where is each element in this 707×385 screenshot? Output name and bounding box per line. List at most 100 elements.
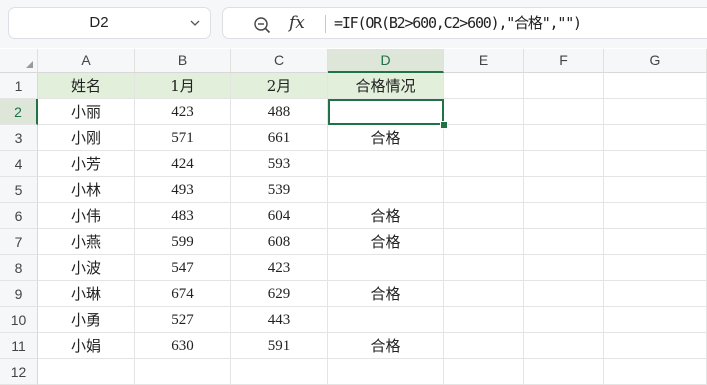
cell-g6[interactable] xyxy=(604,203,707,229)
cell-g9[interactable] xyxy=(604,281,707,307)
column-header-e[interactable]: E xyxy=(444,49,524,73)
cell-c3[interactable]: 661 xyxy=(231,125,328,151)
cell-a10[interactable]: 小勇 xyxy=(38,307,135,333)
cell-e10[interactable] xyxy=(444,307,524,333)
row-header-3[interactable]: 3 xyxy=(0,125,38,151)
cell-e3[interactable] xyxy=(444,125,524,151)
cell-c10[interactable]: 443 xyxy=(231,307,328,333)
cell-b3[interactable]: 571 xyxy=(135,125,231,151)
cell-d1[interactable]: 合格情况 xyxy=(328,73,444,99)
cell-b10[interactable]: 527 xyxy=(135,307,231,333)
cell-c6[interactable]: 604 xyxy=(231,203,328,229)
cell-a11[interactable]: 小娟 xyxy=(38,333,135,359)
cell-f11[interactable] xyxy=(524,333,604,359)
cell-b9[interactable]: 674 xyxy=(135,281,231,307)
cell-e5[interactable] xyxy=(444,177,524,203)
row-header-1[interactable]: 1 xyxy=(0,73,38,99)
cell-f10[interactable] xyxy=(524,307,604,333)
cell-f3[interactable] xyxy=(524,125,604,151)
cell-a9[interactable]: 小琳 xyxy=(38,281,135,307)
cell-f12[interactable] xyxy=(524,359,604,385)
column-header-a[interactable]: A xyxy=(38,49,135,73)
row-header-10[interactable]: 10 xyxy=(0,307,38,333)
row-header-6[interactable]: 6 xyxy=(0,203,38,229)
cell-a6[interactable]: 小伟 xyxy=(38,203,135,229)
cell-b7[interactable]: 599 xyxy=(135,229,231,255)
cell-b5[interactable]: 493 xyxy=(135,177,231,203)
cell-g1[interactable] xyxy=(604,73,707,99)
cell-g4[interactable] xyxy=(604,151,707,177)
row-header-11[interactable]: 11 xyxy=(0,333,38,359)
cell-d5[interactable] xyxy=(328,177,444,203)
cell-g7[interactable] xyxy=(604,229,707,255)
cell-g8[interactable] xyxy=(604,255,707,281)
cell-e12[interactable] xyxy=(444,359,524,385)
column-header-f[interactable]: F xyxy=(524,49,604,73)
cell-a2[interactable]: 小丽 xyxy=(38,99,135,125)
cell-d2[interactable] xyxy=(328,99,444,125)
select-all-corner[interactable] xyxy=(0,49,38,73)
cell-a3[interactable]: 小刚 xyxy=(38,125,135,151)
cell-d6[interactable]: 合格 xyxy=(328,203,444,229)
cell-e6[interactable] xyxy=(444,203,524,229)
cell-f9[interactable] xyxy=(524,281,604,307)
cell-b4[interactable]: 424 xyxy=(135,151,231,177)
cell-e7[interactable] xyxy=(444,229,524,255)
cell-c8[interactable]: 423 xyxy=(231,255,328,281)
cell-e9[interactable] xyxy=(444,281,524,307)
cell-f2[interactable] xyxy=(524,99,604,125)
column-header-b[interactable]: B xyxy=(135,49,231,73)
cell-g2[interactable] xyxy=(604,99,707,125)
cell-c7[interactable]: 608 xyxy=(231,229,328,255)
cell-e11[interactable] xyxy=(444,333,524,359)
cell-d10[interactable] xyxy=(328,307,444,333)
cell-e2[interactable] xyxy=(444,99,524,125)
cell-c12[interactable] xyxy=(231,359,328,385)
column-header-d[interactable]: D xyxy=(328,49,444,73)
cell-c4[interactable]: 593 xyxy=(231,151,328,177)
cell-e1[interactable] xyxy=(444,73,524,99)
cell-f1[interactable] xyxy=(524,73,604,99)
cell-a7[interactable]: 小燕 xyxy=(38,229,135,255)
cell-b8[interactable]: 547 xyxy=(135,255,231,281)
cell-d3[interactable]: 合格 xyxy=(328,125,444,151)
row-header-9[interactable]: 9 xyxy=(0,281,38,307)
cell-c9[interactable]: 629 xyxy=(231,281,328,307)
cell-g11[interactable] xyxy=(604,333,707,359)
cell-a8[interactable]: 小波 xyxy=(38,255,135,281)
cell-c5[interactable]: 539 xyxy=(231,177,328,203)
name-box[interactable]: D2 xyxy=(8,7,211,39)
cell-b11[interactable]: 630 xyxy=(135,333,231,359)
cell-d12[interactable] xyxy=(328,359,444,385)
cell-d11[interactable]: 合格 xyxy=(328,333,444,359)
cell-c11[interactable]: 591 xyxy=(231,333,328,359)
row-header-5[interactable]: 5 xyxy=(0,177,38,203)
cell-f5[interactable] xyxy=(524,177,604,203)
cell-f4[interactable] xyxy=(524,151,604,177)
cell-a5[interactable]: 小林 xyxy=(38,177,135,203)
column-header-c[interactable]: C xyxy=(231,49,328,73)
cell-e8[interactable] xyxy=(444,255,524,281)
cell-e4[interactable] xyxy=(444,151,524,177)
formula-text[interactable]: =IF(OR(B2>600,C2>600),"合格","") xyxy=(334,8,582,38)
cell-d7[interactable]: 合格 xyxy=(328,229,444,255)
cell-a12[interactable] xyxy=(38,359,135,385)
zoom-icon[interactable] xyxy=(253,16,271,34)
function-icon[interactable]: fx xyxy=(289,11,305,35)
cell-c1[interactable]: 2月 xyxy=(231,73,328,99)
cell-f6[interactable] xyxy=(524,203,604,229)
cell-d9[interactable]: 合格 xyxy=(328,281,444,307)
cell-f8[interactable] xyxy=(524,255,604,281)
cell-d4[interactable] xyxy=(328,151,444,177)
cell-g12[interactable] xyxy=(604,359,707,385)
formula-input[interactable]: fx =IF(OR(B2>600,C2>600),"合格","") xyxy=(222,7,707,39)
column-header-g[interactable]: G xyxy=(604,49,707,73)
cell-b1[interactable]: 1月 xyxy=(135,73,231,99)
row-header-12[interactable]: 12 xyxy=(0,359,38,385)
cell-g10[interactable] xyxy=(604,307,707,333)
row-header-8[interactable]: 8 xyxy=(0,255,38,281)
row-header-4[interactable]: 4 xyxy=(0,151,38,177)
cell-b2[interactable]: 423 xyxy=(135,99,231,125)
cell-b12[interactable] xyxy=(135,359,231,385)
chevron-down-icon[interactable] xyxy=(190,18,200,28)
